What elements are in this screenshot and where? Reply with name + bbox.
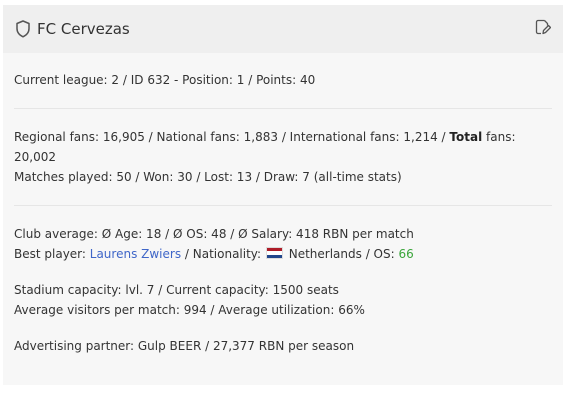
card-header: FC Cervezas <box>3 5 563 53</box>
total-label: Total <box>449 130 483 144</box>
best-player-label: Best player: <box>14 247 90 261</box>
club-details-section: Club average: Ø Age: 18 / Ø OS: 48 / Ø S… <box>14 206 552 356</box>
best-player-info: Best player: Laurens Zwiers / Nationalit… <box>14 244 552 264</box>
advertising-info: Advertising partner: Gulp BEER / 27,377 … <box>14 339 355 353</box>
matches-info: Matches played: 50 / Won: 30 / Lost: 13 … <box>14 170 402 184</box>
league-section: Current league: 2 / ID 632 - Position: 1… <box>14 53 552 109</box>
shield-icon <box>15 20 31 38</box>
club-average-info: Club average: Ø Age: 18 / Ø OS: 48 / Ø S… <box>14 227 414 241</box>
os-value: 66 <box>398 247 414 261</box>
club-name: FC Cervezas <box>37 20 130 38</box>
os-label: / OS: <box>361 247 399 261</box>
netherlands-flag-icon <box>265 247 283 259</box>
fans-breakdown: Regional fans: 16,905 / National fans: 1… <box>14 130 450 144</box>
nationality-value: Netherlands <box>288 247 362 261</box>
stadium-info: Stadium capacity: lvl. 7 / Current capac… <box>14 283 339 297</box>
best-player-link[interactable]: Laurens Zwiers <box>90 247 181 261</box>
fans-info: Regional fans: 16,905 / National fans: 1… <box>14 127 552 167</box>
nationality-label: / Nationality: <box>181 247 265 261</box>
fans-section: Regional fans: 16,905 / National fans: 1… <box>14 109 552 206</box>
edit-icon[interactable] <box>535 19 552 35</box>
club-info-card: FC Cervezas Current league: 2 / ID 632 -… <box>3 5 563 385</box>
league-info: Current league: 2 / ID 632 - Position: 1… <box>14 73 316 87</box>
card-body: Current league: 2 / ID 632 - Position: 1… <box>3 53 563 356</box>
visitors-info: Average visitors per match: 994 / Averag… <box>14 303 365 317</box>
